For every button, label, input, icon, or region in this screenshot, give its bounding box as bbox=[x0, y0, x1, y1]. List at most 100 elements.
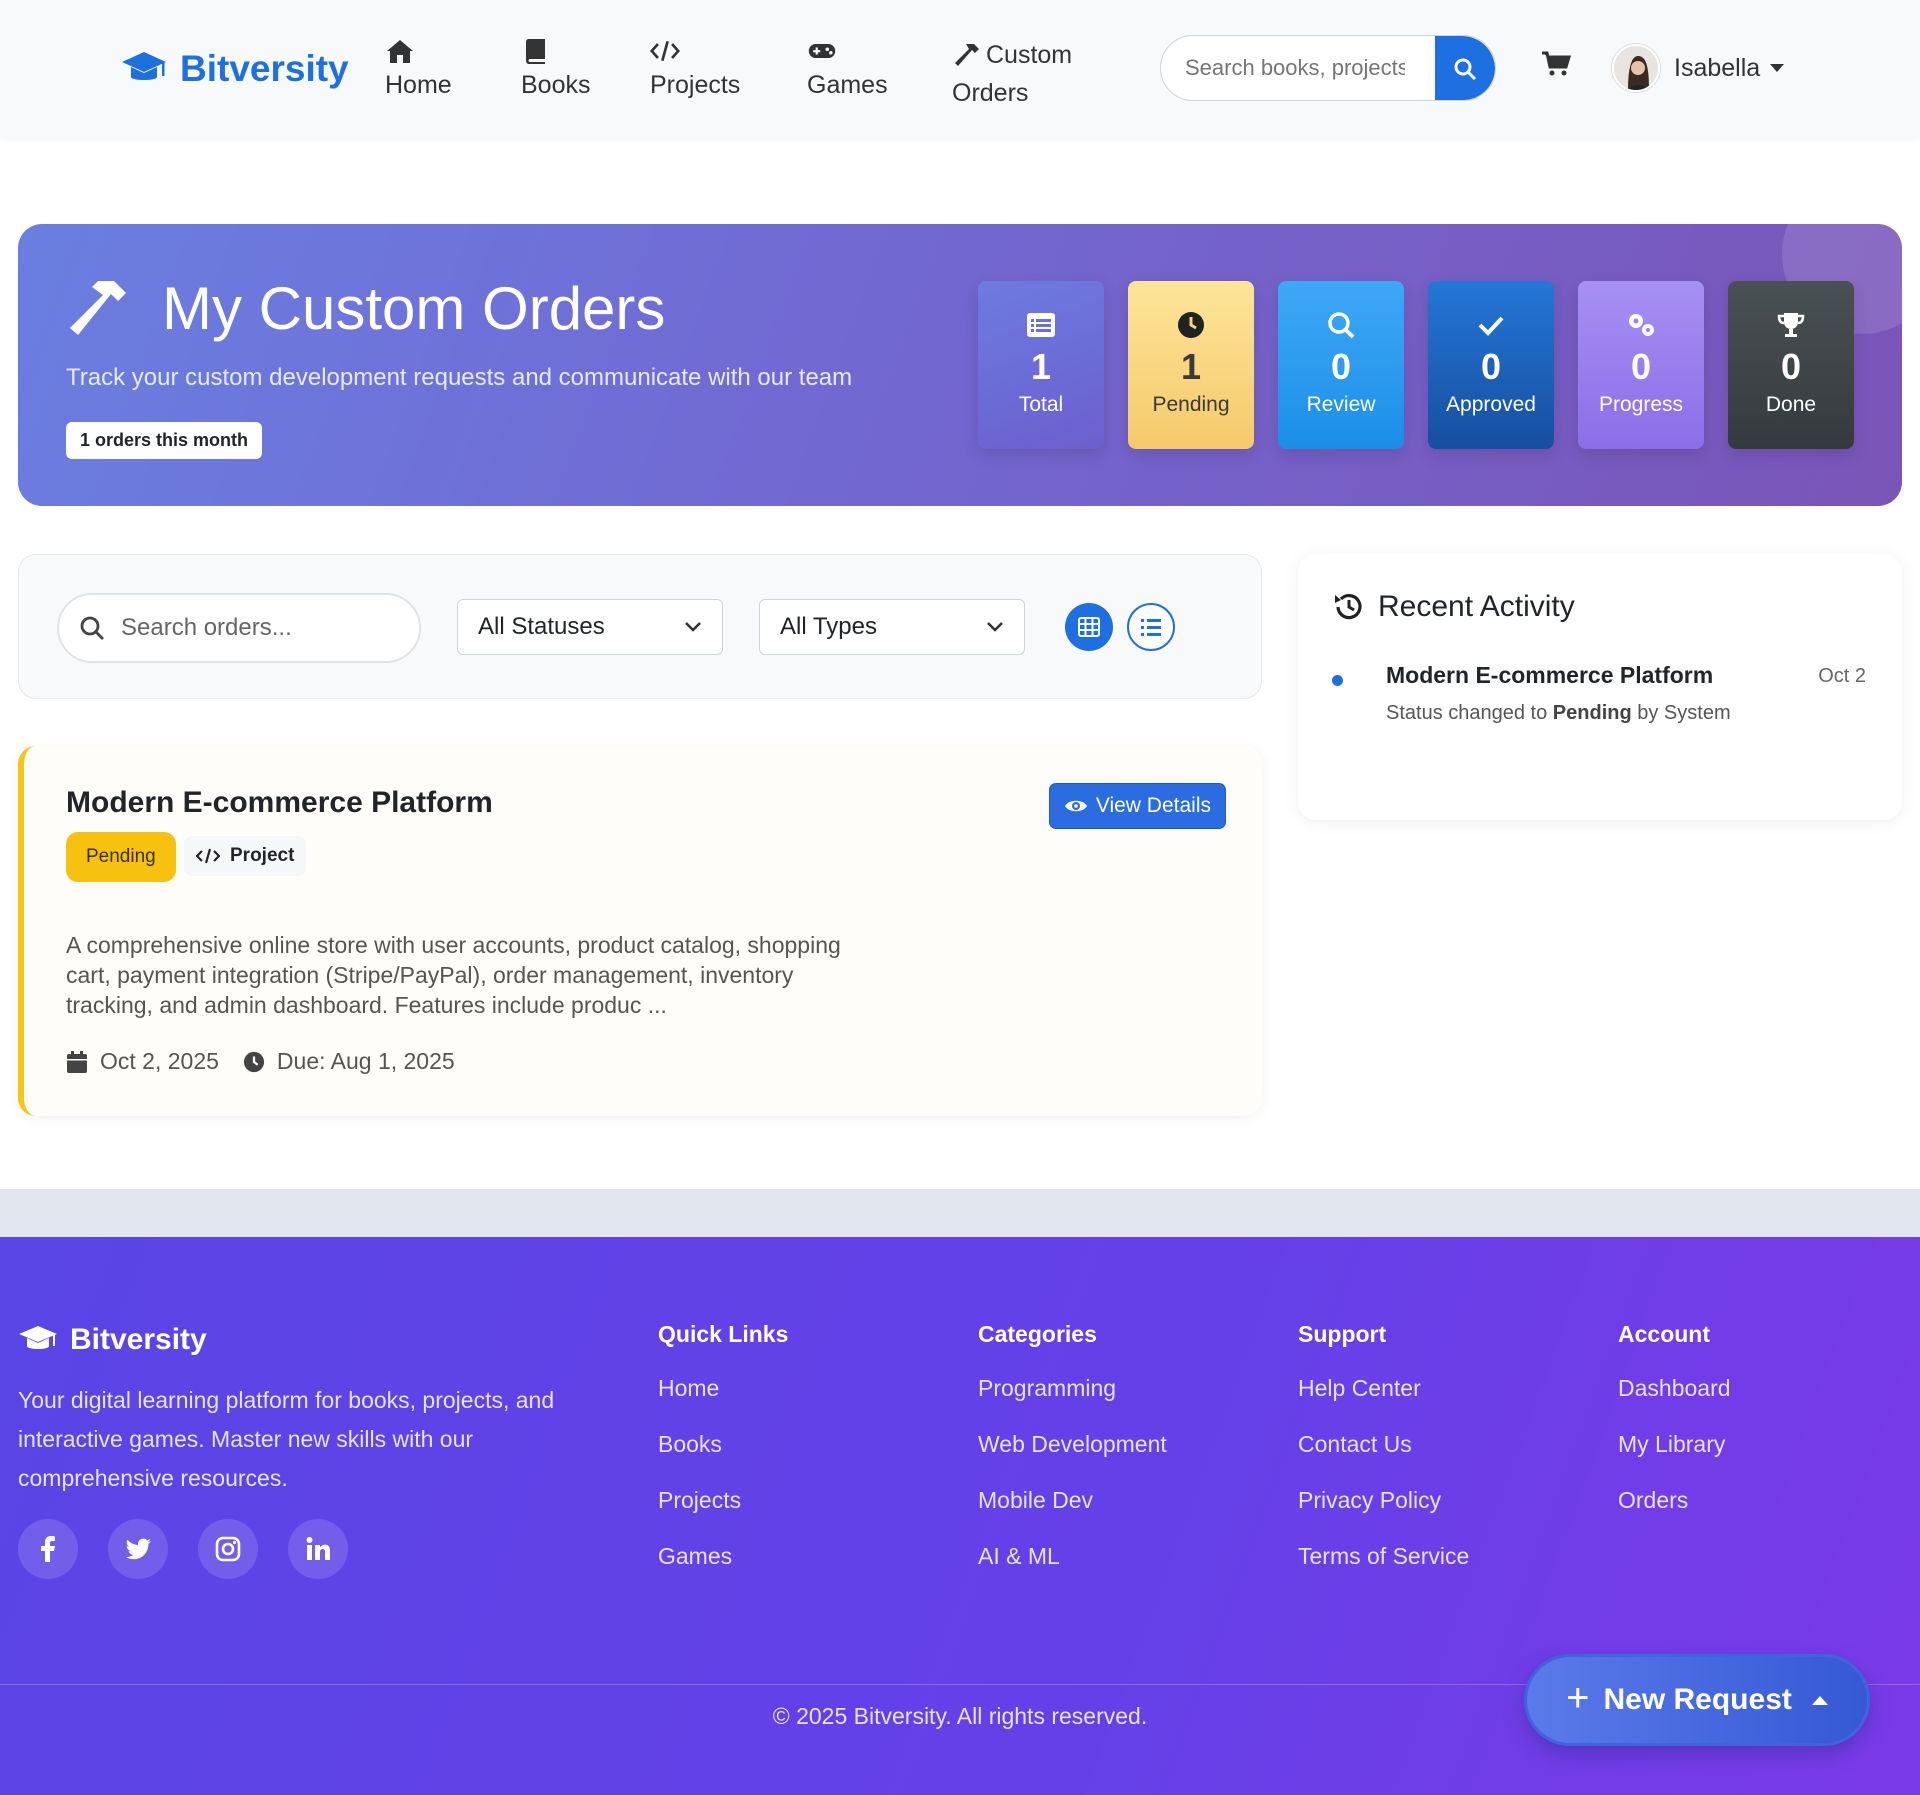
orders-hero: My Custom Orders Track your custom devel… bbox=[18, 224, 1902, 506]
footer-link-help-center[interactable]: Help Center bbox=[1298, 1372, 1469, 1428]
footer-link-contact-us[interactable]: Contact Us bbox=[1298, 1428, 1469, 1484]
page-title-text: My Custom Orders bbox=[162, 275, 666, 342]
footer-link-mobile-dev[interactable]: Mobile Dev bbox=[978, 1484, 1167, 1540]
footer-col-quick-links: Quick Links Home Books Projects Games bbox=[658, 1321, 788, 1596]
linkedin-icon bbox=[306, 1537, 330, 1560]
footer-brand[interactable]: Bitversity bbox=[18, 1323, 207, 1357]
footer-link-orders[interactable]: Orders bbox=[1618, 1484, 1731, 1540]
clock-icon bbox=[243, 1051, 265, 1072]
user-menu[interactable]: Isabella bbox=[1612, 44, 1785, 92]
footer-link-projects[interactable]: Projects bbox=[658, 1484, 788, 1540]
footer-link-ai-ml[interactable]: AI & ML bbox=[978, 1540, 1167, 1596]
footer-col-title: Support bbox=[1298, 1321, 1387, 1347]
order-dates: Oct 2, 2025 Due: Aug 1, 2025 bbox=[66, 1048, 455, 1075]
stat-total[interactable]: 1 Total bbox=[978, 281, 1104, 449]
instagram-link[interactable] bbox=[198, 1519, 258, 1579]
hammer-icon bbox=[70, 280, 126, 335]
footer-col-title: Categories bbox=[978, 1321, 1097, 1347]
stat-approved[interactable]: 0 Approved bbox=[1428, 281, 1554, 449]
footer-link-programming[interactable]: Programming bbox=[978, 1372, 1167, 1428]
chevron-down-icon bbox=[685, 622, 701, 632]
global-search-input[interactable] bbox=[1185, 36, 1405, 100]
activity-bullet bbox=[1332, 675, 1343, 686]
new-request-button[interactable]: + New Request bbox=[1524, 1654, 1870, 1746]
stat-review[interactable]: 0 Review bbox=[1278, 281, 1404, 449]
gamepad-icon bbox=[808, 43, 836, 59]
activity-desc-prefix: Status changed to bbox=[1386, 702, 1548, 724]
nav-home[interactable]: Home bbox=[385, 36, 452, 104]
activity-item-date: Oct 2 bbox=[1818, 665, 1866, 687]
home-icon bbox=[387, 40, 413, 63]
cogs-icon bbox=[1629, 314, 1654, 336]
type-filter-value: All Types bbox=[780, 613, 877, 640]
status-filter-value: All Statuses bbox=[478, 613, 605, 640]
user-name: Isabella bbox=[1674, 53, 1761, 82]
stat-approved-label: Approved bbox=[1446, 393, 1536, 416]
cart-icon bbox=[1542, 51, 1572, 76]
footer-link-web-development[interactable]: Web Development bbox=[978, 1428, 1167, 1484]
graduation-cap-icon bbox=[122, 52, 166, 80]
stat-done[interactable]: 0 Done bbox=[1728, 281, 1854, 449]
status-filter-select[interactable]: All Statuses bbox=[457, 599, 723, 655]
footer-col-title: Account bbox=[1618, 1321, 1710, 1347]
nav-home-label: Home bbox=[385, 71, 452, 99]
cart-button[interactable] bbox=[1541, 50, 1572, 83]
stat-pending-value: 1 bbox=[1180, 346, 1202, 387]
nav-projects[interactable]: Projects bbox=[650, 36, 740, 104]
new-request-label: New Request bbox=[1603, 1683, 1792, 1716]
nav-custom-orders[interactable]: Custom Orders bbox=[952, 36, 1072, 112]
grid-view-button[interactable] bbox=[1065, 603, 1113, 651]
global-search-button[interactable] bbox=[1435, 36, 1495, 100]
linkedin-link[interactable] bbox=[288, 1519, 348, 1579]
footer-link-books[interactable]: Books bbox=[658, 1428, 788, 1484]
created-date: Oct 2, 2025 bbox=[66, 1048, 219, 1075]
caret-up-icon bbox=[1811, 1695, 1828, 1705]
footer-link-privacy-policy[interactable]: Privacy Policy bbox=[1298, 1484, 1469, 1540]
footer-link-my-library[interactable]: My Library bbox=[1618, 1428, 1731, 1484]
type-filter-select[interactable]: All Types bbox=[759, 599, 1025, 655]
order-card[interactable]: Modern E-commerce Platform View Details … bbox=[18, 746, 1262, 1116]
stat-progress-label: Progress bbox=[1598, 393, 1684, 416]
stat-done-value: 0 bbox=[1780, 346, 1802, 387]
due-date-text: Due: Aug 1, 2025 bbox=[276, 1048, 455, 1074]
graduation-cap-icon bbox=[19, 1326, 57, 1349]
footer-separator-band bbox=[0, 1189, 1920, 1237]
code-icon bbox=[650, 40, 680, 62]
twitter-icon bbox=[125, 1538, 151, 1560]
stat-progress[interactable]: 0 Progress bbox=[1578, 281, 1704, 449]
nav-books[interactable]: Books bbox=[521, 36, 590, 104]
facebook-icon bbox=[41, 1536, 55, 1562]
nav-games-label: Games bbox=[807, 71, 888, 99]
created-date-text: Oct 2, 2025 bbox=[100, 1048, 219, 1074]
footer-link-terms[interactable]: Terms of Service bbox=[1298, 1540, 1469, 1596]
trophy-icon bbox=[1777, 313, 1805, 337]
top-navbar: Bitversity Home Books Projects Games Cus… bbox=[0, 0, 1920, 137]
stat-review-label: Review bbox=[1306, 393, 1376, 416]
page-subtitle: Track your custom development requests a… bbox=[66, 364, 853, 391]
brand-logo[interactable]: Bitversity bbox=[120, 48, 349, 90]
footer-link-games[interactable]: Games bbox=[658, 1540, 788, 1596]
calendar-icon bbox=[67, 1050, 87, 1073]
nav-games[interactable]: Games bbox=[807, 36, 888, 104]
list-icon bbox=[1027, 313, 1055, 337]
check-icon bbox=[1478, 316, 1504, 336]
view-details-label: View Details bbox=[1095, 794, 1211, 817]
order-search-field[interactable]: Search orders... bbox=[57, 593, 421, 663]
footer-col-account: Account Dashboard My Library Orders bbox=[1618, 1321, 1731, 1540]
view-details-button[interactable]: View Details bbox=[1048, 783, 1226, 829]
footer-brand-name: Bitversity bbox=[70, 1323, 207, 1356]
status-badge: Pending bbox=[66, 832, 176, 882]
footer-link-dashboard[interactable]: Dashboard bbox=[1618, 1372, 1731, 1428]
avatar bbox=[1612, 44, 1660, 92]
activity-item-description: Status changed to Pending by System bbox=[1386, 702, 1731, 725]
instagram-icon bbox=[215, 1536, 241, 1562]
twitter-link[interactable] bbox=[108, 1519, 168, 1579]
search-icon bbox=[1328, 312, 1355, 339]
stat-pending[interactable]: 1 Pending bbox=[1128, 281, 1254, 449]
facebook-link[interactable] bbox=[18, 1519, 78, 1579]
footer-link-home[interactable]: Home bbox=[658, 1372, 788, 1428]
activity-item-title[interactable]: Modern E-commerce Platform bbox=[1386, 662, 1713, 689]
list-view-button[interactable] bbox=[1127, 603, 1175, 651]
order-filters: Search orders... All Statuses All Types bbox=[18, 554, 1262, 699]
eye-icon bbox=[1064, 800, 1087, 812]
